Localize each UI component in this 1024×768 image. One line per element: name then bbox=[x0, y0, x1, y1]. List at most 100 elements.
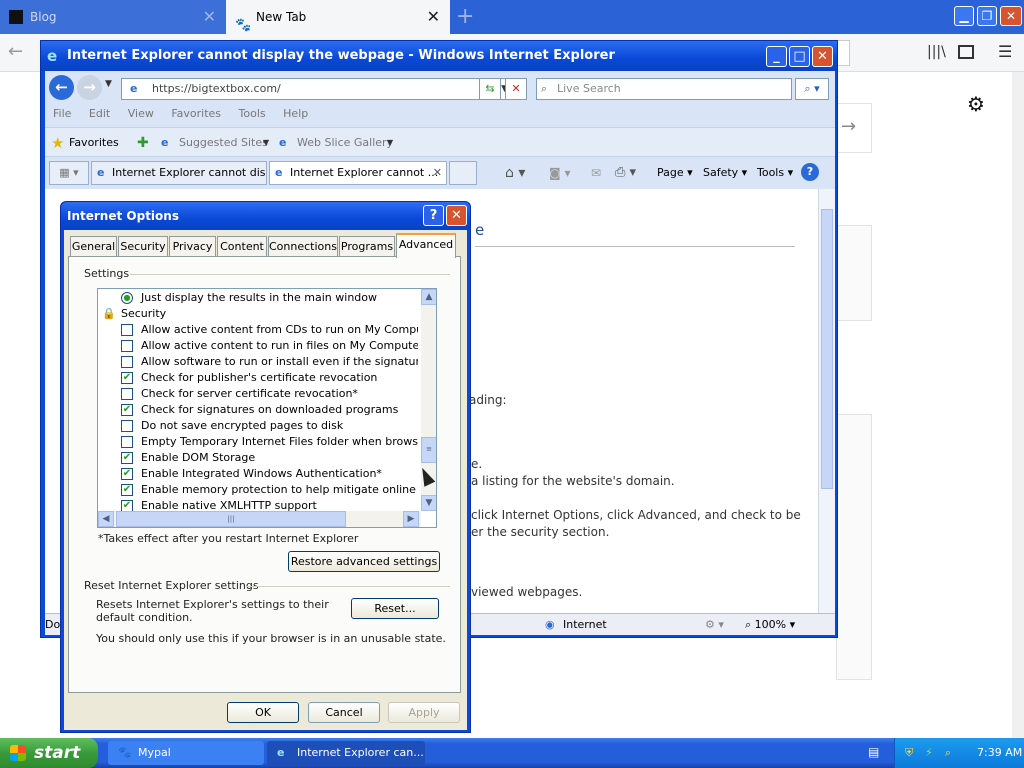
tab-connections[interactable]: Connections bbox=[268, 236, 338, 257]
setting-row[interactable]: ✔ Check for publisher's certificate revoc… bbox=[98, 370, 418, 386]
minimize-icon[interactable]: ▁ bbox=[954, 6, 974, 26]
menu-view[interactable]: View bbox=[128, 103, 154, 125]
sidebar-icon[interactable] bbox=[958, 45, 974, 59]
feeds-icon[interactable]: ◙ ▾ bbox=[549, 166, 570, 180]
checkbox[interactable] bbox=[121, 436, 133, 448]
ie-vertical-scrollbar[interactable] bbox=[818, 189, 835, 613]
back-arrow-icon[interactable]: ← bbox=[8, 41, 32, 65]
page-scrollbar[interactable] bbox=[1012, 72, 1024, 738]
menu-favorites[interactable]: Favorites bbox=[171, 103, 221, 125]
start-button[interactable]: start bbox=[0, 738, 98, 768]
web-slice-gallery[interactable]: Web Slice Gallery bbox=[297, 128, 393, 158]
close-window-icon[interactable]: ✕ bbox=[1000, 6, 1022, 26]
taskbar-item-mypal[interactable]: 🐾 Mypal bbox=[108, 741, 264, 765]
new-tab-icon[interactable]: + bbox=[456, 4, 474, 29]
close-window-icon[interactable]: ✕ bbox=[812, 46, 833, 67]
menu-tools[interactable]: Tools bbox=[239, 103, 266, 125]
checkbox[interactable] bbox=[121, 324, 133, 336]
new-tab-button[interactable] bbox=[449, 161, 477, 185]
mail-icon[interactable]: ✉ bbox=[591, 166, 601, 180]
stop-icon[interactable]: ✕ bbox=[505, 78, 527, 100]
search-button[interactable]: ⌕ ▾ bbox=[795, 78, 829, 100]
tools-menu[interactable]: Tools ▾ bbox=[757, 166, 793, 179]
radio-button[interactable]: ● bbox=[121, 292, 133, 304]
page-menu[interactable]: Page ▾ bbox=[657, 166, 693, 179]
checkbox[interactable] bbox=[121, 340, 133, 352]
tab-content[interactable]: Content bbox=[217, 236, 267, 257]
setting-row[interactable]: ✔ Check for signatures on downloaded prog… bbox=[98, 402, 418, 418]
search-go-button[interactable]: → bbox=[836, 103, 872, 153]
setting-row[interactable]: ✔ Enable Integrated Windows Authenticatio… bbox=[98, 466, 418, 482]
settings-list[interactable]: ● Just display the results in the main wi… bbox=[97, 288, 437, 528]
zoom-control[interactable]: ⌕ 100% ▾ bbox=[745, 614, 795, 636]
forward-arrow-icon[interactable]: → bbox=[77, 75, 102, 100]
setting-row[interactable]: Allow active content from CDs to run on … bbox=[98, 322, 418, 338]
tab-blog[interactable]: Blog ✕ bbox=[0, 0, 226, 34]
checkbox[interactable]: ✔ bbox=[121, 468, 133, 480]
address-bar[interactable]: e https://bigtextbox.com/ ▼ bbox=[121, 78, 513, 100]
setting-row[interactable]: ● Just display the results in the main wi… bbox=[98, 290, 418, 306]
checkbox[interactable]: ✔ bbox=[121, 404, 133, 416]
print-icon[interactable]: ⎙ ▾ bbox=[615, 165, 636, 180]
tab-security[interactable]: Security bbox=[118, 236, 168, 257]
checkbox[interactable] bbox=[121, 420, 133, 432]
scroll-up-icon[interactable]: ▲ bbox=[421, 289, 436, 305]
search-input[interactable]: ⌕ Live Search bbox=[536, 78, 792, 100]
network-icon[interactable]: ⚡ bbox=[925, 738, 933, 768]
setting-row[interactable]: ✔ Enable DOM Storage bbox=[98, 450, 418, 466]
setting-row[interactable]: Check for server certificate revocation* bbox=[98, 386, 418, 402]
setting-row[interactable]: Empty Temporary Internet Files folder wh… bbox=[98, 434, 418, 450]
tab-general[interactable]: General bbox=[70, 236, 117, 257]
close-tab-icon[interactable]: ✕ bbox=[427, 0, 440, 34]
home-icon[interactable]: ⌂ ▾ bbox=[505, 165, 525, 181]
tab-advanced[interactable]: Advanced bbox=[396, 233, 456, 258]
scroll-thumb[interactable] bbox=[821, 209, 833, 489]
taskbar-item-ie[interactable]: e Internet Explorer can... bbox=[267, 741, 425, 765]
menu-edit[interactable]: Edit bbox=[89, 103, 110, 125]
setting-row[interactable]: Do not save encrypted pages to disk bbox=[98, 418, 418, 434]
chevron-down-icon[interactable]: ▼ bbox=[263, 128, 269, 158]
security-shield-icon[interactable]: ⛨ bbox=[905, 738, 913, 768]
scroll-thumb[interactable]: ≡ bbox=[421, 437, 436, 463]
horizontal-scrollbar[interactable]: ◀ ||| ▶ bbox=[98, 511, 421, 527]
ie-tab-active[interactable]: e Internet Explorer cannot ... ✕ bbox=[269, 161, 447, 185]
restore-icon[interactable]: ❐ bbox=[977, 6, 997, 26]
tab-programs[interactable]: Programs bbox=[339, 236, 395, 257]
ok-button[interactable]: OK bbox=[227, 702, 299, 723]
library-icon[interactable]: |||\ bbox=[927, 44, 946, 60]
menu-help[interactable]: Help bbox=[283, 103, 308, 125]
setting-row[interactable]: ✔ Enable memory protection to help mitiga… bbox=[98, 482, 418, 498]
menu-icon[interactable]: ☰ bbox=[998, 42, 1012, 61]
checkbox[interactable]: ✔ bbox=[121, 484, 133, 496]
chevron-down-icon[interactable]: ▼ bbox=[387, 128, 393, 158]
favorites-button[interactable]: Favorites bbox=[69, 128, 119, 158]
checkbox[interactable] bbox=[121, 356, 133, 368]
tab-privacy[interactable]: Privacy bbox=[169, 236, 216, 257]
safety-menu[interactable]: Safety ▾ bbox=[703, 166, 747, 179]
cancel-button[interactable]: Cancel bbox=[308, 702, 380, 723]
checkbox[interactable]: ✔ bbox=[121, 372, 133, 384]
scroll-right-icon[interactable]: ▶ bbox=[403, 511, 419, 527]
checkbox[interactable] bbox=[121, 388, 133, 400]
suggested-sites[interactable]: Suggested Sites bbox=[179, 128, 268, 158]
apply-button[interactable]: Apply bbox=[388, 702, 460, 723]
gear-icon[interactable]: ⚙ bbox=[967, 92, 985, 116]
help-icon[interactable]: ? bbox=[801, 163, 819, 181]
quick-tabs-icon[interactable]: ▦ ▾ bbox=[49, 161, 89, 185]
add-favorite-icon[interactable]: ✚ bbox=[137, 128, 149, 158]
maximize-icon[interactable]: □ bbox=[789, 46, 810, 67]
ie-tab[interactable]: e Internet Explorer cannot dis... bbox=[91, 161, 267, 185]
reset-button[interactable]: Reset... bbox=[351, 598, 439, 619]
minimize-icon[interactable]: _ bbox=[766, 46, 787, 67]
scroll-down-icon[interactable]: ▼ bbox=[421, 495, 436, 511]
search-icon[interactable]: ⌕ bbox=[945, 738, 951, 768]
close-tab-icon[interactable]: ✕ bbox=[433, 162, 442, 184]
scroll-left-icon[interactable]: ◀ bbox=[98, 511, 114, 527]
tab-new-tab[interactable]: 🐾 New Tab ✕ bbox=[226, 0, 450, 34]
close-tab-icon[interactable]: ✕ bbox=[203, 0, 216, 34]
close-dialog-icon[interactable]: ✕ bbox=[446, 205, 467, 226]
restore-advanced-settings-button[interactable]: Restore advanced settings bbox=[288, 551, 440, 572]
checkbox[interactable]: ✔ bbox=[121, 452, 133, 464]
setting-row[interactable]: Allow active content to run in files on … bbox=[98, 338, 418, 354]
protected-mode-icon[interactable]: ⚙ ▾ bbox=[705, 614, 724, 636]
